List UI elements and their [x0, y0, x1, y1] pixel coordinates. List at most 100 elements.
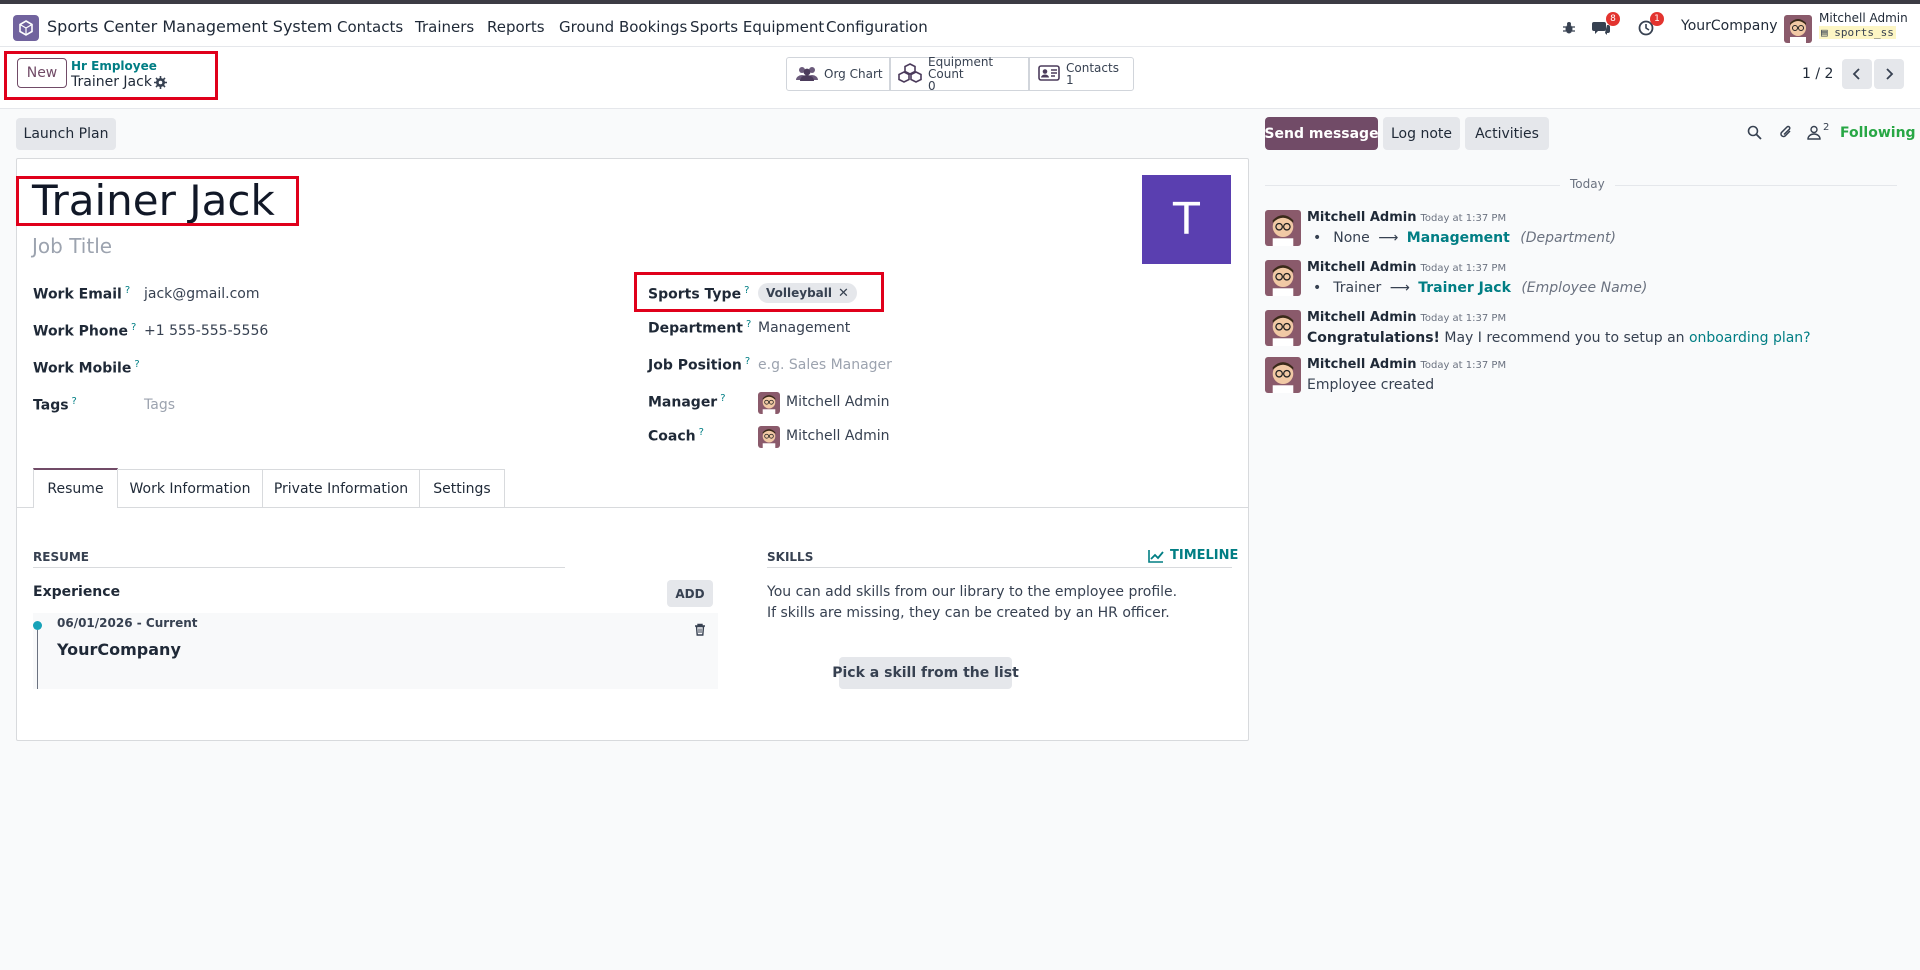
- activities-button[interactable]: Activities: [1465, 117, 1549, 150]
- send-message-button[interactable]: Send message: [1264, 117, 1379, 150]
- manager-field[interactable]: Mitchell Admin: [786, 394, 890, 410]
- messages-icon[interactable]: 8: [1592, 12, 1620, 44]
- help-icon[interactable]: ?: [134, 359, 139, 370]
- timeline-button[interactable]: TIMELINE: [1148, 548, 1238, 563]
- gear-icon[interactable]: [154, 76, 167, 93]
- search-icon[interactable]: [1747, 125, 1762, 144]
- resume-entry-date: 06/01/2026 - Current: [57, 616, 198, 630]
- author-avatar[interactable]: [1265, 210, 1301, 246]
- employee-avatar[interactable]: T: [1142, 175, 1231, 264]
- database-icon: ▤: [1821, 26, 1828, 39]
- department-field[interactable]: Management: [758, 320, 850, 336]
- help-icon[interactable]: ?: [746, 319, 751, 330]
- message-author[interactable]: Mitchell Admin Today at 1:37 PM: [1307, 260, 1506, 275]
- debug-icon[interactable]: [1562, 12, 1578, 44]
- activities-icon[interactable]: 1: [1638, 12, 1664, 44]
- menu-trainers[interactable]: Trainers: [415, 18, 474, 36]
- tab-private-information[interactable]: Private Information: [262, 469, 420, 507]
- author-avatar[interactable]: [1265, 260, 1301, 296]
- chevron-right-icon: [1886, 68, 1894, 80]
- user-name[interactable]: Mitchell Admin: [1819, 11, 1908, 25]
- message-author[interactable]: Mitchell Admin Today at 1:37 PM: [1307, 210, 1506, 225]
- employee-name-field[interactable]: Trainer Jack: [32, 176, 275, 226]
- chat-message: Mitchell Admin Today at 1:37 PM • Trainer …: [1265, 260, 1905, 300]
- app-menu-icon[interactable]: [13, 15, 39, 41]
- following-button[interactable]: Following: [1840, 125, 1916, 141]
- resume-section-title: RESUME: [33, 550, 89, 564]
- app-name[interactable]: Sports Center Management System: [47, 17, 332, 36]
- message-time: Today at 1:37 PM: [1420, 360, 1507, 371]
- arrow-right-icon: ⟶: [1378, 230, 1399, 246]
- users-icon: [796, 65, 818, 84]
- message-author[interactable]: Mitchell Admin Today at 1:37 PM: [1307, 357, 1506, 372]
- close-icon[interactable]: ✕: [838, 286, 849, 301]
- chevron-left-icon: [1852, 68, 1860, 80]
- menu-reports[interactable]: Reports: [487, 18, 545, 36]
- address-card-icon: [1038, 64, 1060, 84]
- pager-value[interactable]: 1 / 2: [1802, 66, 1833, 82]
- new-button[interactable]: New: [17, 58, 67, 88]
- launch-plan-button[interactable]: Launch Plan: [16, 118, 116, 150]
- boxes-icon: [898, 62, 922, 86]
- timeline-dot: [33, 621, 42, 630]
- message-author[interactable]: Mitchell Admin Today at 1:37 PM: [1307, 310, 1506, 325]
- add-experience-button[interactable]: ADD: [667, 580, 713, 607]
- pick-skill-button[interactable]: Pick a skill from the list: [832, 657, 1019, 689]
- help-icon[interactable]: ?: [744, 285, 749, 296]
- resume-entry-company: YourCompany: [57, 640, 181, 659]
- experience-label: Experience: [33, 584, 121, 600]
- menu-configuration[interactable]: Configuration: [826, 18, 928, 36]
- tracking-change: • Trainer ⟶ Trainer Jack (Employee Name): [1313, 280, 1648, 296]
- help-icon[interactable]: ?: [125, 285, 130, 296]
- log-note-button[interactable]: Log note: [1383, 117, 1460, 150]
- paperclip-icon[interactable]: [1779, 124, 1793, 144]
- sports-type-label: Sports Type?: [648, 285, 750, 303]
- message-time: Today at 1:37 PM: [1420, 213, 1507, 224]
- contacts-label: Contacts: [1066, 61, 1119, 75]
- message-time: Today at 1:37 PM: [1420, 313, 1507, 324]
- author-avatar[interactable]: [1265, 310, 1301, 346]
- tab-settings[interactable]: Settings: [419, 469, 505, 507]
- resume-divider: [33, 567, 565, 568]
- work-mobile-label: Work Mobile?: [33, 359, 140, 377]
- help-icon[interactable]: ?: [699, 427, 704, 438]
- help-icon[interactable]: ?: [720, 393, 725, 404]
- equipment-count-button[interactable]: Equipment Count 0: [890, 56, 1029, 92]
- chat-message: Mitchell Admin Today at 1:37 PM Employee …: [1265, 357, 1905, 397]
- user-avatar[interactable]: [1784, 15, 1812, 43]
- work-email-field[interactable]: jack@gmail.com: [144, 286, 260, 302]
- company-switcher[interactable]: YourCompany: [1681, 18, 1778, 34]
- job-title-field[interactable]: Job Title: [32, 234, 112, 258]
- onboarding-plan-link[interactable]: onboarding plan?: [1689, 330, 1811, 346]
- db-name-badge: ▤ sports_ss: [1819, 26, 1896, 39]
- trash-icon[interactable]: [694, 623, 706, 640]
- breadcrumb-parent[interactable]: Hr Employee: [71, 59, 157, 73]
- messages-badge: 8: [1606, 12, 1620, 26]
- work-phone-label: Work Phone?: [33, 322, 137, 340]
- pager-previous-button[interactable]: [1842, 59, 1872, 89]
- tabs-divider: [17, 507, 1248, 508]
- help-icon[interactable]: ?: [131, 322, 136, 333]
- menu-contacts[interactable]: Contacts: [337, 18, 403, 36]
- menu-sports-equipment[interactable]: Sports Equipment: [690, 18, 824, 36]
- work-mobile-field[interactable]: [144, 359, 594, 379]
- manager-avatar: [758, 392, 780, 414]
- menu-ground-bookings[interactable]: Ground Bookings: [559, 18, 687, 36]
- followers-count: 2: [1823, 122, 1830, 133]
- pager-next-button[interactable]: [1874, 59, 1904, 89]
- help-icon[interactable]: ?: [72, 396, 77, 407]
- job-position-field[interactable]: e.g. Sales Manager: [758, 357, 892, 373]
- tab-work-information[interactable]: Work Information: [117, 469, 263, 507]
- author-avatar[interactable]: [1265, 357, 1301, 393]
- coach-field[interactable]: Mitchell Admin: [786, 428, 890, 444]
- contacts-button[interactable]: Contacts 1: [1029, 57, 1134, 91]
- org-chart-button[interactable]: Org Chart: [786, 57, 890, 91]
- tags-field[interactable]: Tags: [144, 397, 175, 413]
- help-icon[interactable]: ?: [745, 356, 750, 367]
- org-chart-label: Org Chart: [824, 67, 883, 81]
- work-phone-field[interactable]: +1 555-555-5556: [144, 323, 268, 339]
- followers-button[interactable]: 2: [1807, 122, 1829, 140]
- activities-badge: 1: [1650, 12, 1664, 26]
- department-label: Department?: [648, 319, 752, 337]
- tab-resume[interactable]: Resume: [33, 468, 118, 508]
